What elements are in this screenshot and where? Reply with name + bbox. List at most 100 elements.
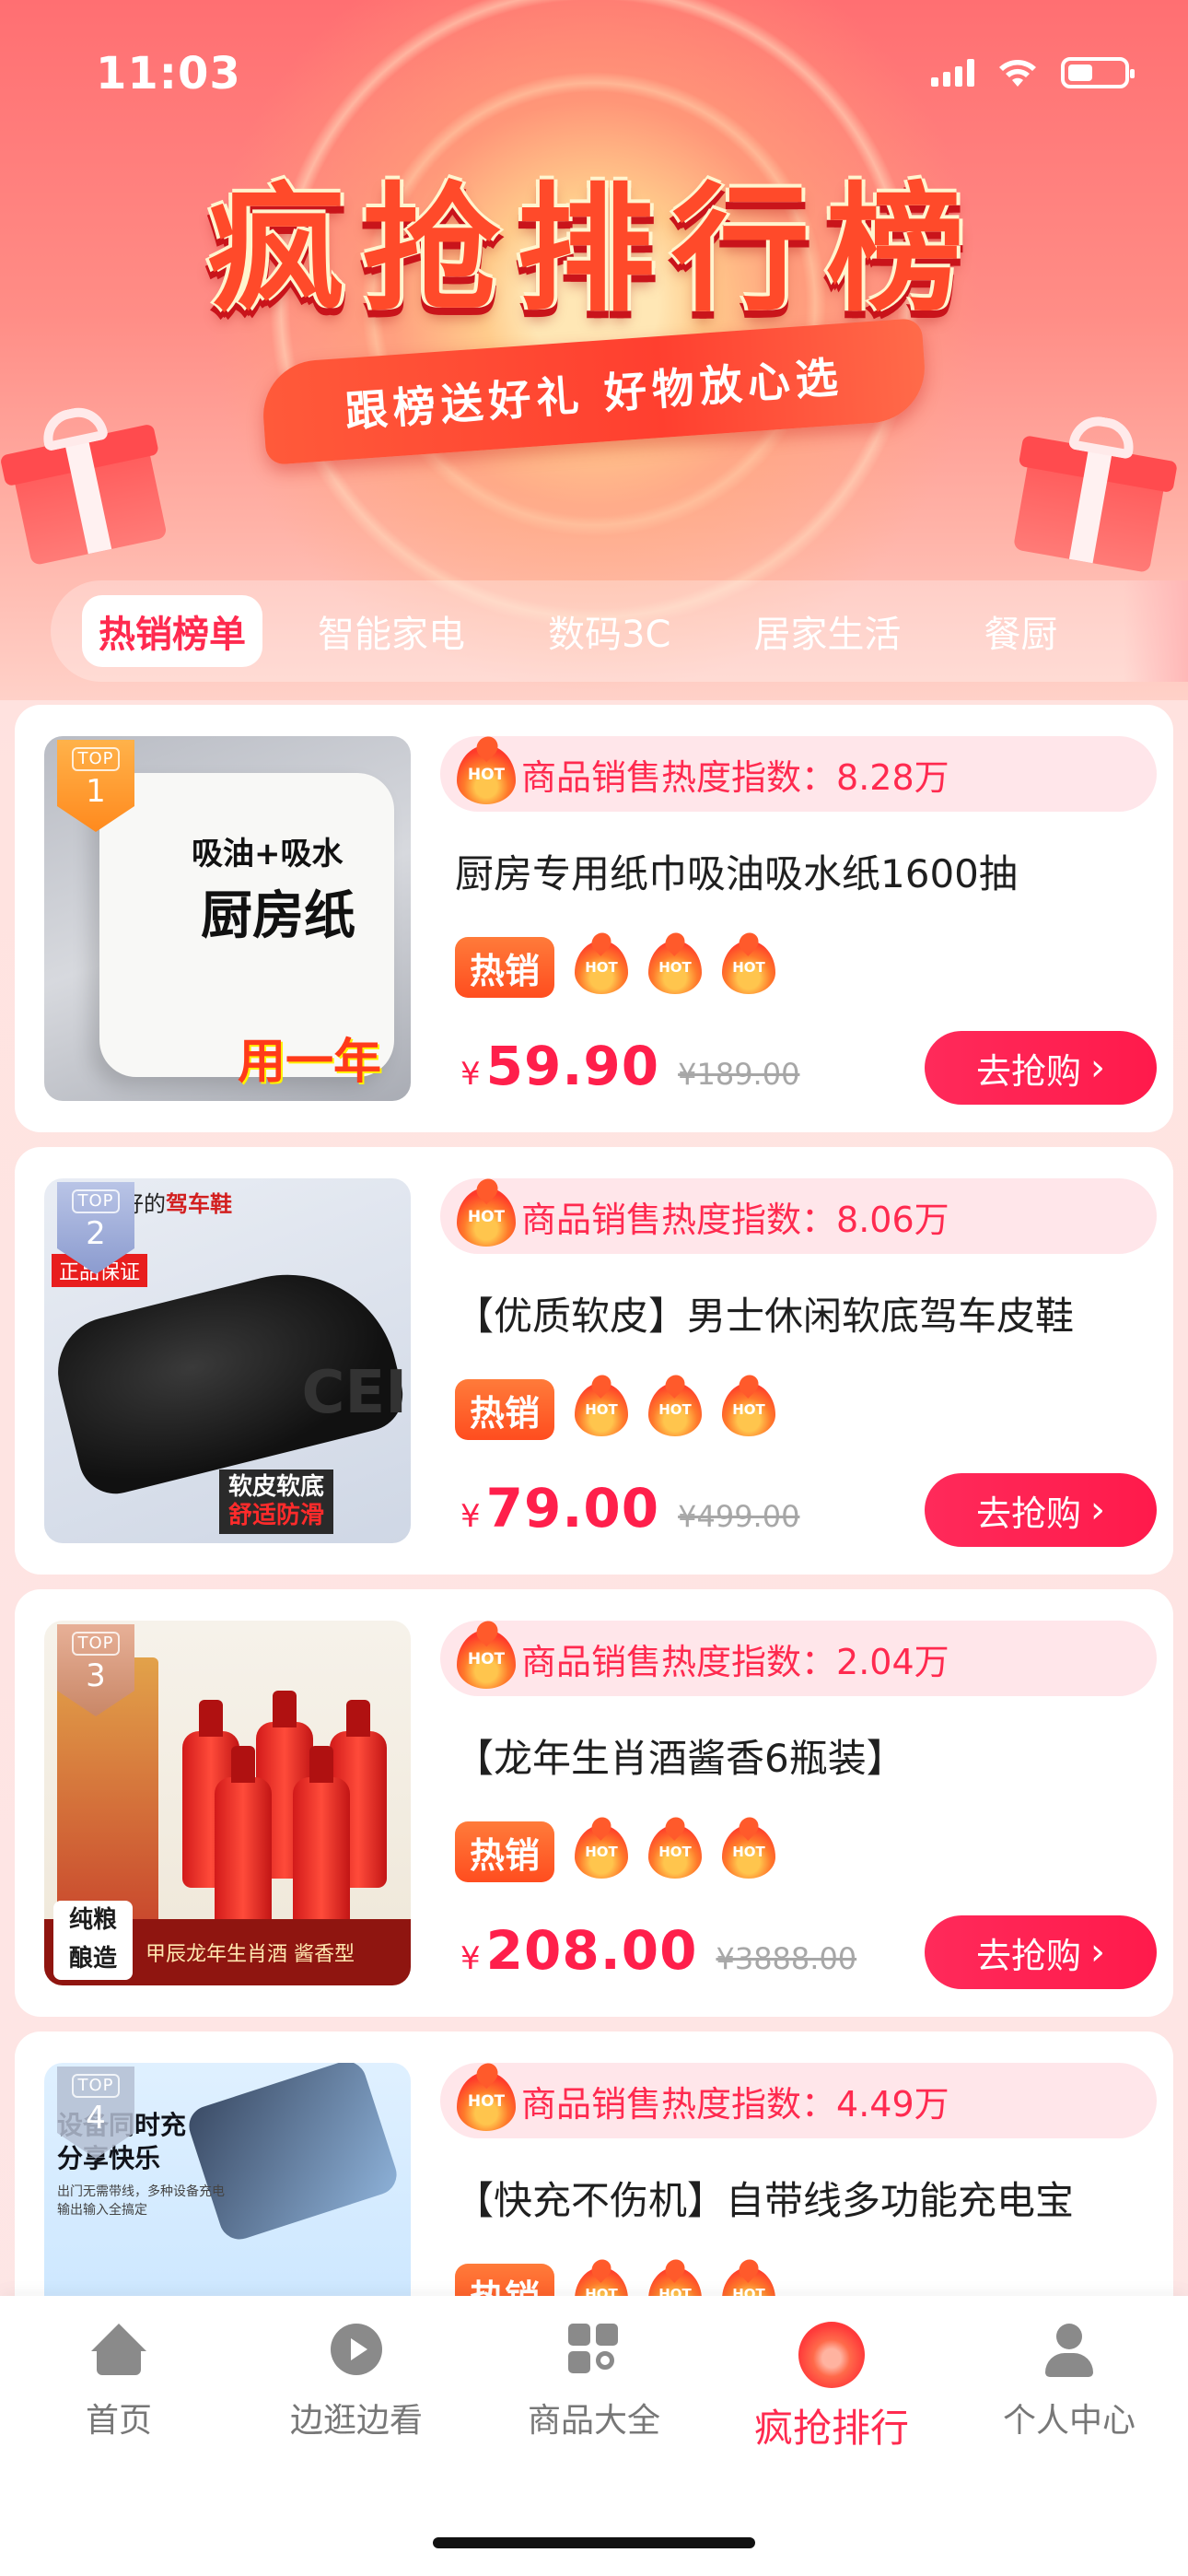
product-title[interactable]: 【龙年生肖酒酱香6瓶装】 <box>455 1727 1164 1784</box>
image-text: 厨房纸 <box>201 886 355 946</box>
flame-icon <box>798 2322 865 2388</box>
product-title[interactable]: 【优质软皮】男士休闲软底驾车皮鞋 <box>455 1285 1164 1341</box>
hot-flame-icon: HOT <box>457 745 516 804</box>
rank-top-label: TOP <box>72 747 120 771</box>
heat-index-bar: HOT 商品销售热度指数： 2.04万 <box>440 1621 1157 1696</box>
gift-box-icon-right <box>1012 412 1178 574</box>
screen: 11:03 疯抢排行榜 跟榜送好礼 好物放心选 热销榜单 智能家电 数码3C 居… <box>0 0 1188 2576</box>
hot-flame-icon: HOT <box>575 1825 629 1879</box>
original-price: ¥3888.00 <box>716 1941 857 1976</box>
heat-label: 商品销售热度指数： <box>521 2083 837 2125</box>
rank-number: 4 <box>86 2100 106 2137</box>
product-image[interactable]: 双好的驾车鞋 正品保证 CEI 软皮软底舒适防滑 TOP 2 <box>44 1178 411 1543</box>
heat-index-bar: HOT 商品销售热度指数： 8.28万 <box>440 736 1157 812</box>
hot-flame-icon: HOT <box>722 1383 776 1436</box>
buy-now-button[interactable]: 去抢购 › <box>925 1031 1157 1105</box>
nav-profile[interactable]: 个人中心 <box>950 2322 1188 2460</box>
rank-number: 1 <box>86 773 106 810</box>
nav-label: 商品大全 <box>527 2402 660 2440</box>
hero-banner: 11:03 疯抢排行榜 跟榜送好礼 好物放心选 热销榜单 智能家电 数码3C 居… <box>0 0 1188 700</box>
hot-flame-icon: HOT <box>575 941 629 994</box>
image-text: 软皮软底 舒适防滑 <box>219 1469 334 1534</box>
play-icon <box>329 2322 384 2377</box>
tab-smart-appliances[interactable]: 智能家电 <box>290 595 493 667</box>
currency-symbol: ¥ <box>460 1940 481 1977</box>
original-price: ¥499.00 <box>678 1499 800 1534</box>
nav-home[interactable]: 首页 <box>0 2322 238 2460</box>
product-image[interactable]: 吸油+吸水 厨房纸 用一年 TOP 1 <box>44 736 411 1101</box>
grid-search-icon <box>566 2322 622 2377</box>
bottom-tab-bar: 首页 边逛边看 商品大全 疯抢排行 个人中心 <box>0 2296 1188 2576</box>
original-price: ¥189.00 <box>678 1057 800 1092</box>
home-indicator[interactable] <box>433 2537 755 2548</box>
image-text: 纯粮 酿造 <box>53 1901 133 1980</box>
nav-catalog[interactable]: 商品大全 <box>475 2322 713 2460</box>
product-title[interactable]: 厨房专用纸巾吸油吸水纸1600抽 <box>455 843 1164 899</box>
product-image[interactable]: 甲辰龙年生肖酒 酱香型 纯粮 酿造 TOP 3 <box>44 1621 411 1985</box>
nav-ranking[interactable]: 疯抢排行 <box>713 2322 950 2460</box>
image-text: 用一年 <box>238 1035 382 1090</box>
heat-value: 4.49万 <box>836 2083 949 2125</box>
image-text: 吸油+吸水 <box>192 836 344 872</box>
status-icons <box>931 57 1135 88</box>
product-card[interactable]: 吸油+吸水 厨房纸 用一年 TOP 1 HOT 商品销售热度指数： 8.28万 … <box>15 705 1173 1132</box>
hot-flame-icon: HOT <box>457 1630 516 1689</box>
price-row: ¥ 79.00 ¥499.00 <box>460 1477 799 1540</box>
image-text: CEI <box>301 1359 408 1427</box>
status-time: 11:03 <box>96 48 241 100</box>
image-text: 出门无需带线，多种设备充电 输出输入全搞定 <box>57 2184 225 2218</box>
heat-label: 商品销售热度指数： <box>521 1199 837 1240</box>
hot-flame-icon: HOT <box>648 1825 703 1879</box>
hot-flame-icon: HOT <box>722 1825 776 1879</box>
buy-button-label: 去抢购 <box>975 1493 1081 1534</box>
status-bar: 11:03 <box>0 0 1188 138</box>
rank-top-label: TOP <box>72 1189 120 1213</box>
currency-symbol: ¥ <box>460 1056 481 1093</box>
hot-flame-icon: HOT <box>457 1188 516 1247</box>
price-row: ¥ 208.00 ¥3888.00 <box>460 1919 856 1982</box>
nav-label: 首页 <box>85 2402 152 2440</box>
hot-flame-icon: HOT <box>575 1383 629 1436</box>
battery-icon <box>1061 57 1135 88</box>
nav-label: 疯抢排行 <box>753 2406 909 2451</box>
current-price: 208.00 <box>485 1919 698 1982</box>
tab-digital-3c[interactable]: 数码3C <box>520 595 698 667</box>
tab-kitchen[interactable]: 餐厨 <box>956 595 1085 667</box>
hero-title: 疯抢排行榜 <box>206 170 981 331</box>
tab-home-living[interactable]: 居家生活 <box>726 595 928 667</box>
current-price: 79.00 <box>485 1477 660 1540</box>
heat-value: 2.04万 <box>836 1641 949 1682</box>
hot-tags: 热销 HOT HOT HOT <box>455 937 776 998</box>
price-row: ¥ 59.90 ¥189.00 <box>460 1035 799 1097</box>
home-icon <box>91 2322 146 2377</box>
product-title[interactable]: 【快充不伤机】自带线多功能充电宝 <box>455 2170 1164 2226</box>
hot-tags: 热销 HOT HOT HOT <box>455 1821 776 1882</box>
nav-browse[interactable]: 边逛边看 <box>238 2322 475 2460</box>
buy-now-button[interactable]: 去抢购 › <box>925 1473 1157 1547</box>
product-card[interactable]: 双好的驾车鞋 正品保证 CEI 软皮软底舒适防滑 TOP 2 HOT 商品销售热… <box>15 1147 1173 1575</box>
buy-button-label: 去抢购 <box>975 1050 1081 1092</box>
heat-value: 8.28万 <box>836 756 949 798</box>
nav-label: 个人中心 <box>1002 2402 1136 2440</box>
rank-top-label: TOP <box>72 1632 120 1656</box>
hot-flame-icon: HOT <box>722 941 776 994</box>
current-price: 59.90 <box>485 1035 660 1097</box>
buy-button-label: 去抢购 <box>975 1935 1081 1976</box>
signal-icon <box>931 59 974 87</box>
tab-hot-sales[interactable]: 热销榜单 <box>82 595 262 667</box>
hot-sale-tag: 热销 <box>455 1379 555 1440</box>
buy-now-button[interactable]: 去抢购 › <box>925 1915 1157 1989</box>
chevron-right-icon: › <box>1090 1931 1105 1973</box>
product-card[interactable]: 甲辰龙年生肖酒 酱香型 纯粮 酿造 TOP 3 HOT 商品销售热度指数： 2.0… <box>15 1589 1173 2017</box>
user-icon <box>1042 2322 1097 2377</box>
hot-flame-icon: HOT <box>457 2072 516 2131</box>
category-tabs: 热销榜单 智能家电 数码3C 居家生活 餐厨 <box>51 580 1188 682</box>
hot-sale-tag: 热销 <box>455 1821 555 1882</box>
chevron-right-icon: › <box>1090 1047 1105 1089</box>
hot-flame-icon: HOT <box>648 941 703 994</box>
chevron-right-icon: › <box>1090 1489 1105 1531</box>
currency-symbol: ¥ <box>460 1498 481 1535</box>
rank-number: 3 <box>86 1657 106 1694</box>
heat-index-bar: HOT 商品销售热度指数： 4.49万 <box>440 2063 1157 2138</box>
nav-label: 边逛边看 <box>289 2402 423 2440</box>
